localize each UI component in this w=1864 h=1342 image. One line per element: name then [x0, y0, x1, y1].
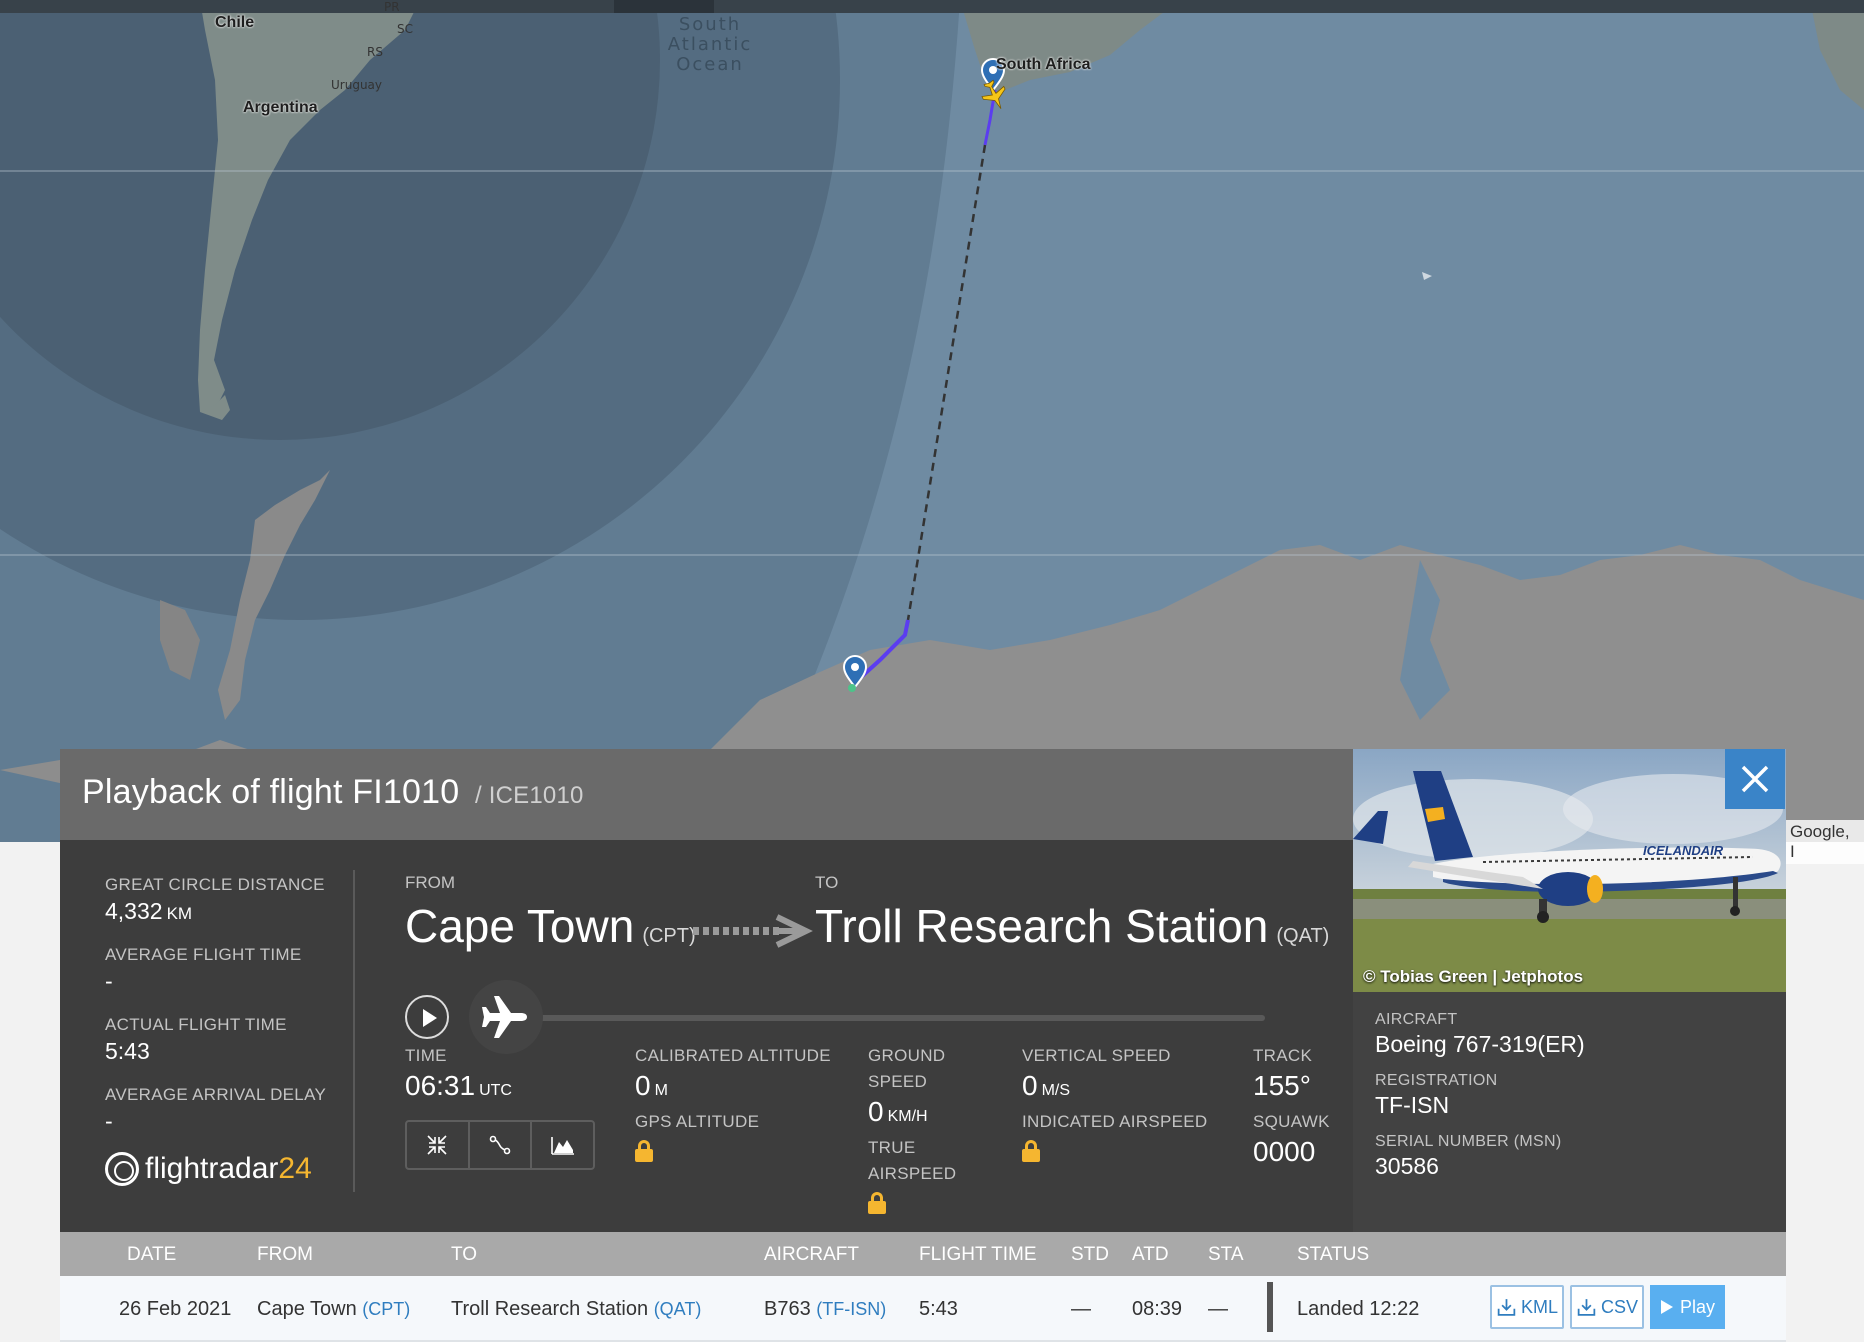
download-icon: [1497, 1299, 1516, 1316]
calibrated-altitude-metric: Calibrated altitude 0M: [635, 1046, 831, 1101]
col-to: To: [451, 1244, 478, 1265]
history-table-header: Date From To Aircraft Flight time STD AT…: [60, 1232, 1786, 1276]
row-sta: —: [1208, 1298, 1228, 1320]
map-label-pr: PR: [384, 0, 400, 14]
great-circle-distance: Great circle distance 4,332 KM: [105, 875, 325, 924]
row-std: —: [1071, 1298, 1091, 1320]
map-view[interactable]: Chile Argentina Uruguay RS SC PR South A…: [0, 0, 1864, 842]
lock-icon: [1022, 1140, 1040, 1162]
average-arrival-delay: Average arrival delay -: [105, 1085, 327, 1134]
aircraft-registration: Registration TF-ISN: [1375, 1072, 1498, 1118]
lock-icon: [635, 1140, 653, 1162]
aircraft-serial-number: Serial number (MSN) 30586: [1375, 1133, 1562, 1179]
download-csv-button[interactable]: CSV: [1570, 1285, 1644, 1329]
map-label-chile: Chile: [215, 14, 255, 31]
col-date: Date: [127, 1244, 177, 1265]
airplane-icon: [482, 996, 527, 1038]
col-status: Status: [1297, 1244, 1370, 1265]
time-metric: Time 06:31 UTC: [405, 1046, 512, 1101]
registration-link[interactable]: (TF-ISN): [816, 1299, 886, 1319]
status-indicator: [1267, 1282, 1273, 1332]
livery-text: ICELANDAIR: [1643, 843, 1724, 858]
download-icon: [1577, 1299, 1596, 1316]
flight-callsign: / ICE1010: [475, 782, 584, 809]
row-status: Landed 12:22: [1297, 1298, 1420, 1320]
indicated-airspeed-metric: Indicated airspeed: [1022, 1112, 1208, 1162]
route-from: From Cape Town (CPT): [405, 873, 696, 952]
lock-icon: [868, 1192, 886, 1214]
download-kml-button[interactable]: KML: [1490, 1285, 1564, 1329]
map-attribution[interactable]: Google, I: [1784, 820, 1864, 864]
altitude-graph-button[interactable]: [532, 1122, 593, 1168]
vertical-speed-metric: Vertical speed 0 M/S: [1022, 1046, 1171, 1101]
row-aircraft: B763 (TF-ISN): [764, 1298, 887, 1320]
row-play-button[interactable]: Play: [1650, 1285, 1725, 1329]
flight-playback-screen: Chile Argentina Uruguay RS SC PR South A…: [0, 0, 1864, 1342]
track-metric: Track 155°: [1253, 1046, 1313, 1101]
aircraft-panel: ICELANDAIR © Tobias Green | Jetphotos Ai…: [1353, 749, 1786, 1232]
col-aircraft: Aircraft: [764, 1244, 859, 1265]
flight-number: FI1010: [352, 773, 460, 811]
row-flight-time: 5:43: [919, 1298, 958, 1320]
route-toggle-button[interactable]: [470, 1122, 533, 1168]
flightradar24-logo: flightradar 24: [105, 1152, 312, 1186]
from-city: Cape Town: [405, 900, 635, 952]
playback-timeline[interactable]: [520, 1015, 1265, 1021]
col-std: STD: [1071, 1244, 1109, 1265]
to-city: Troll Research Station: [815, 900, 1269, 952]
map-label-sc: SC: [397, 22, 413, 36]
map-label-uruguay: Uruguay: [331, 78, 382, 92]
flight-stats: Great circle distance 4,332 KM Average fl…: [105, 875, 335, 1155]
map-label-south-africa: South Africa: [996, 56, 1091, 73]
squawk-metric: Squawk 0000: [1253, 1112, 1330, 1167]
true-airspeed-metric: True airspeed: [868, 1138, 956, 1214]
aircraft-photo[interactable]: ICELANDAIR © Tobias Green | Jetphotos: [1353, 749, 1786, 992]
panel-body: Great circle distance 4,332 KM Average fl…: [60, 840, 1353, 1232]
playback-panel: Playback of flight FI1010 / ICE1010 Grea…: [60, 749, 1786, 1342]
playback-controls: [405, 980, 1285, 1054]
close-button[interactable]: [1725, 749, 1785, 809]
collapse-arrows-icon: [427, 1135, 447, 1155]
to-code-link[interactable]: (QAT): [654, 1299, 702, 1319]
average-flight-time: Average flight time -: [105, 945, 302, 994]
area-chart-icon: [550, 1137, 574, 1155]
actual-flight-time: Actual flight time 5:43: [105, 1015, 287, 1064]
radar-logo-icon: [105, 1152, 139, 1186]
divider: [353, 870, 355, 1192]
play-button[interactable]: [405, 995, 449, 1039]
route-path-icon: [489, 1135, 511, 1155]
timeline-handle[interactable]: [469, 980, 543, 1054]
route-arrow-icon: [693, 914, 813, 948]
map-label-ocean: South Atlantic Ocean: [667, 14, 753, 75]
map-canvas[interactable]: [0, 0, 1864, 842]
play-icon: [1660, 1300, 1673, 1314]
ground-speed-metric: Ground speed 0 KM/H: [868, 1046, 946, 1127]
aircraft-type: Aircraft Boeing 767-319(ER): [1375, 1011, 1585, 1057]
col-from: From: [257, 1244, 313, 1265]
panel-title: Playback of flight FI1010 / ICE1010: [82, 773, 584, 811]
col-atd: ATD: [1132, 1244, 1169, 1265]
gps-altitude-metric: GPS altitude: [635, 1112, 759, 1162]
close-icon: [1741, 765, 1769, 793]
map-label-rs: RS: [367, 45, 383, 59]
view-tools: [405, 1120, 595, 1170]
photo-credit[interactable]: © Tobias Green | Jetphotos: [1363, 967, 1583, 987]
panel-header: Playback of flight FI1010 / ICE1010: [60, 749, 1353, 840]
col-flight-time: Flight time: [919, 1244, 1037, 1265]
from-code-link[interactable]: (CPT): [362, 1299, 410, 1319]
map-label-argentina: Argentina: [243, 99, 318, 116]
top-bar: [0, 0, 1864, 13]
row-from: Cape Town (CPT): [257, 1298, 411, 1320]
collapse-button[interactable]: [407, 1122, 470, 1168]
table-row[interactable]: 26 Feb 2021 Cape Town (CPT) Troll Resear…: [60, 1276, 1786, 1342]
row-atd: 08:39: [1132, 1298, 1183, 1320]
row-date: 26 Feb 2021: [119, 1298, 232, 1320]
col-sta: STA: [1208, 1244, 1244, 1265]
route-to: To Troll Research Station (QAT): [815, 873, 1330, 952]
aircraft-info: Aircraft Boeing 767-319(ER) Registration…: [1375, 1011, 1585, 1194]
row-to: Troll Research Station (QAT): [451, 1298, 702, 1320]
